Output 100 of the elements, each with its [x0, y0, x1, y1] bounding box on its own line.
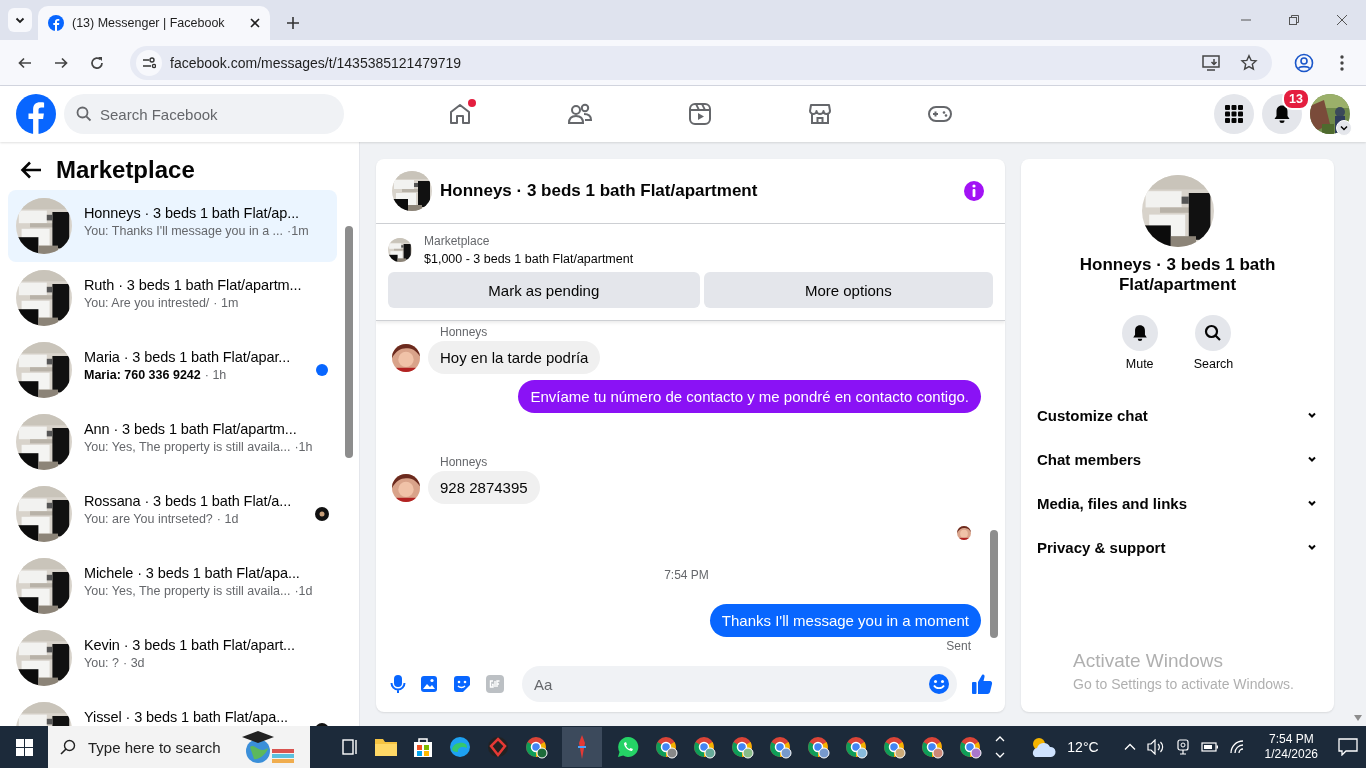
swirl-icon[interactable] [448, 735, 472, 759]
bell-icon [1272, 104, 1292, 124]
outgoing-message: Envíame tu número de contacto y me pondré en contacto contigo. [518, 380, 981, 413]
message-time: · 1h [204, 368, 227, 382]
chat-app-icon[interactable] [616, 735, 640, 759]
install-app-icon[interactable] [1202, 53, 1220, 72]
conversation-name: Kevin · 3 beds 1 bath Flat/apart... [84, 637, 296, 653]
conversation-item[interactable]: Kevin · 3 beds 1 bath Flat/apart... You: ? · 3d [8, 622, 337, 694]
listing-label: Marketplace [424, 234, 491, 248]
conversation-name: Michele · 3 beds 1 bath Flat/apa... [84, 565, 301, 581]
windows-logo-icon [15, 738, 33, 756]
conversation-item[interactable]: Honneys · 3 beds 1 bath Flat/ap... You: Thanks I'll message you in a ... ·1m [8, 190, 337, 262]
plus-icon [286, 16, 300, 30]
conversation-name: Rossana · 3 beds 1 bath Flat/a... [84, 493, 293, 509]
conversation-title: Honneys · 3 beds 1 bath Flat/apartment [1078, 255, 1277, 295]
search-icon [1195, 315, 1232, 351]
temperature: 12°C [1067, 739, 1099, 755]
speaker-icon[interactable] [1146, 739, 1165, 755]
url-text: facebook.com/messages/t/1435385121479719 [170, 54, 463, 71]
device-icon[interactable] [1174, 739, 1191, 755]
section-header[interactable]: Media, files and links [1029, 481, 1326, 525]
store-icon[interactable] [412, 736, 434, 758]
conversation-title: Honneys · 3 beds 1 bath Flat/apartment [440, 181, 759, 201]
address-bar[interactable]: facebook.com/messages/t/1435385121479719 [130, 45, 1272, 80]
section-header[interactable]: Privacy & support [1029, 525, 1326, 569]
site-settings-icon[interactable] [136, 49, 162, 76]
close-icon[interactable] [250, 18, 260, 28]
listing-description: $1,000 - 3 beds 1 bath Flat/apartment [424, 252, 634, 266]
section-header[interactable]: Customize chat [1029, 393, 1326, 437]
message-preview: You: Thanks I'll message you in a ... [84, 224, 284, 238]
mute-button[interactable]: Mute [1121, 315, 1158, 371]
grid-icon [1224, 104, 1244, 124]
conversation-item[interactable]: Ruth · 3 beds 1 bath Flat/apartm... You: Are you intrested/ · 1m [8, 262, 337, 334]
folder-icon[interactable] [374, 736, 398, 758]
message-preview: You: Yes, The property is still availa... [84, 440, 291, 454]
restore-icon [1288, 14, 1300, 26]
section-header[interactable]: Chat members [1029, 437, 1326, 481]
message-time: · 1d [216, 512, 239, 526]
message-preview: You: are You intrseted? [84, 512, 213, 526]
timestamp: 7:54 PM [664, 568, 709, 582]
sidebar-title: Marketplace [56, 156, 195, 184]
clock-time[interactable]: 7:54 PM [1268, 732, 1314, 747]
star-icon[interactable] [1240, 53, 1258, 72]
round-app-icon[interactable] [768, 735, 792, 759]
menu-button[interactable] [1214, 94, 1254, 134]
sticker-icon[interactable] [452, 674, 472, 694]
microphone-icon[interactable] [390, 674, 406, 694]
browser-tab[interactable]: (13) Messenger | Facebook [38, 6, 270, 40]
clock-date[interactable]: 1/24/2026 [1264, 747, 1318, 762]
conversation-item[interactable]: Michele · 3 beds 1 bath Flat/apa... You: Yes, The property is still availa... ·1d [8, 550, 337, 622]
round-app-icon[interactable] [920, 735, 944, 759]
round-app-icon[interactable] [654, 735, 678, 759]
activation-hint: Go to Settings to activate Windows. [1073, 676, 1294, 692]
activation-title: Activate Windows [1073, 650, 1224, 672]
incoming-message: 928 2874395 [428, 471, 540, 504]
message-preview: Maria: 760 336 9242 [84, 368, 201, 382]
listing-button[interactable]: More options [703, 272, 993, 308]
profile-icon[interactable] [1294, 52, 1314, 73]
conversation-item[interactable]: Ann · 3 beds 1 bath Flat/apartm... You: Yes, The property is still availa... ·1h [8, 406, 337, 478]
notification-center-icon[interactable] [1338, 738, 1358, 756]
round-app-icon[interactable] [692, 735, 716, 759]
conversation-name: Ann · 3 beds 1 bath Flat/apartm... [84, 421, 298, 437]
round-app-icon[interactable] [730, 735, 754, 759]
round-app-icon[interactable] [844, 735, 868, 759]
emoji-icon[interactable] [928, 673, 950, 695]
shop-icon [808, 102, 832, 126]
message-preview: You: Are you intrested/ [84, 296, 210, 310]
scroll-arrow-icon[interactable] [1353, 714, 1363, 722]
wifi-icon[interactable] [1228, 739, 1245, 755]
taskbar-search-field[interactable]: Type here to search [48, 726, 310, 768]
battery-icon[interactable] [1200, 741, 1219, 753]
thumbs-up-icon[interactable] [971, 673, 993, 695]
message-field[interactable]: Aa [522, 666, 957, 702]
message-preview: You: ? [84, 656, 119, 670]
new-tab-button[interactable] [284, 14, 302, 32]
people-icon [567, 102, 593, 126]
listing-button[interactable]: Mark as pending [388, 272, 700, 308]
game-controller-icon [927, 103, 953, 125]
round-app-icon[interactable] [524, 735, 548, 759]
back-arrow-icon[interactable] [20, 161, 42, 179]
facebook-logo-icon[interactable] [16, 94, 56, 134]
round-app-icon[interactable] [958, 735, 982, 759]
conversation-item[interactable]: Rossana · 3 beds 1 bath Flat/a... You: are You intrseted? · 1d [8, 478, 337, 550]
bell-icon [1121, 315, 1158, 351]
image-icon[interactable] [420, 675, 438, 693]
tab-list-button[interactable] [8, 8, 32, 32]
chevron-icon[interactable] [1336, 120, 1352, 136]
info-icon[interactable] [963, 180, 985, 202]
task-view-icon[interactable] [340, 737, 360, 757]
incoming-message: Hoy en la tarde podría [428, 341, 601, 374]
conversation-name: Yissel · 3 beds 1 bath Flat/apa... [84, 709, 289, 725]
search-field[interactable]: Search Facebook [64, 94, 344, 134]
search-button[interactable]: Search [1193, 315, 1234, 371]
shield-icon[interactable] [486, 735, 510, 759]
conversation-item[interactable]: Maria · 3 beds 1 bath Flat/apar... Maria: 760 336 9242 · 1h [8, 334, 337, 406]
round-app-icon[interactable] [882, 735, 906, 759]
message-time: ·1h [294, 440, 313, 454]
facebook-logo-icon [48, 15, 64, 31]
conversation-name: Maria · 3 beds 1 bath Flat/apar... [84, 349, 292, 365]
round-app-icon[interactable] [806, 735, 830, 759]
